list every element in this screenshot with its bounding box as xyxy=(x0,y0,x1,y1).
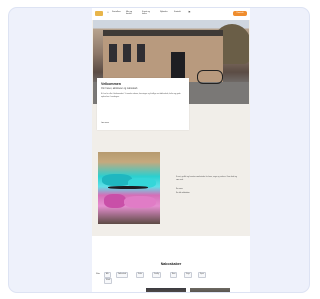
hero-info-card: Velkommen Om huset, aktiviteter og nabos… xyxy=(97,78,189,130)
cta-button[interactable]: Kontakt xyxy=(233,11,247,16)
hero-subtitle: Om huset, aktiviteter og naboskab xyxy=(101,87,138,90)
building-window xyxy=(109,44,117,62)
hero-title: Velkommen xyxy=(101,82,121,86)
browser-frame: ⌂ Socialhus Min og familie Kunst og kult… xyxy=(8,7,310,293)
hero-description: Et hus for alle i lokalområdet. Vi samle… xyxy=(101,93,181,98)
top-navigation: ⌂ Socialhus Min og familie Kunst og kult… xyxy=(92,8,250,20)
filter-chip[interactable]: Fællesskab xyxy=(116,272,129,278)
see-all-activities-link[interactable]: Se alle aktiviteter xyxy=(176,192,190,194)
nav-item-news[interactable]: Nyheder xyxy=(160,11,168,13)
filter-chip[interactable]: Børn xyxy=(170,272,178,278)
filter-chip[interactable]: Musik xyxy=(104,278,113,284)
read-more-link[interactable]: Læs mere xyxy=(101,122,109,124)
nav-item-contact[interactable]: Kontakt xyxy=(174,11,181,13)
building-window xyxy=(123,44,131,62)
home-icon[interactable]: ⌂ xyxy=(107,10,110,14)
thumbnail-image[interactable] xyxy=(146,288,186,292)
section-title: Naboskaber xyxy=(160,262,182,266)
web-page: ⌂ Socialhus Min og familie Kunst og kult… xyxy=(92,8,250,292)
thumbnail-image[interactable] xyxy=(190,288,230,292)
nav-item-socialhus[interactable]: Socialhus xyxy=(112,11,121,13)
graffiti-shape xyxy=(104,194,126,208)
site-logo[interactable] xyxy=(95,11,103,16)
building-window xyxy=(137,44,145,62)
filter-chip[interactable]: Unge xyxy=(184,272,192,278)
graffiti-shape xyxy=(108,186,148,189)
filter-label: Filter xyxy=(96,273,100,275)
see-more-link[interactable]: Se mere xyxy=(176,188,183,190)
hero-section: Velkommen Om huset, aktiviteter og nabos… xyxy=(92,20,250,150)
filter-chip[interactable]: Frivillig xyxy=(152,272,161,278)
bicycle-shape xyxy=(197,70,223,84)
filter-chip[interactable]: Kultur xyxy=(136,272,145,278)
nav-item-family[interactable]: Min og familie xyxy=(126,11,136,16)
nav-item-art-culture[interactable]: Kunst og kultur xyxy=(142,11,152,16)
section-spacer xyxy=(92,236,250,244)
graffiti-photo xyxy=(98,152,160,224)
neighbours-section: Naboskaber Filter Alle Fællesskab Kultur… xyxy=(92,244,250,292)
flag-icon[interactable]: ⚑ xyxy=(188,10,191,14)
graffiti-shape xyxy=(124,196,156,208)
filter-chip[interactable]: Sport xyxy=(198,272,206,278)
art-description: Kunst, graffiti og kreative værksteder f… xyxy=(176,176,237,181)
art-section: Kunst, graffiti og kreative værksteder f… xyxy=(92,150,250,236)
